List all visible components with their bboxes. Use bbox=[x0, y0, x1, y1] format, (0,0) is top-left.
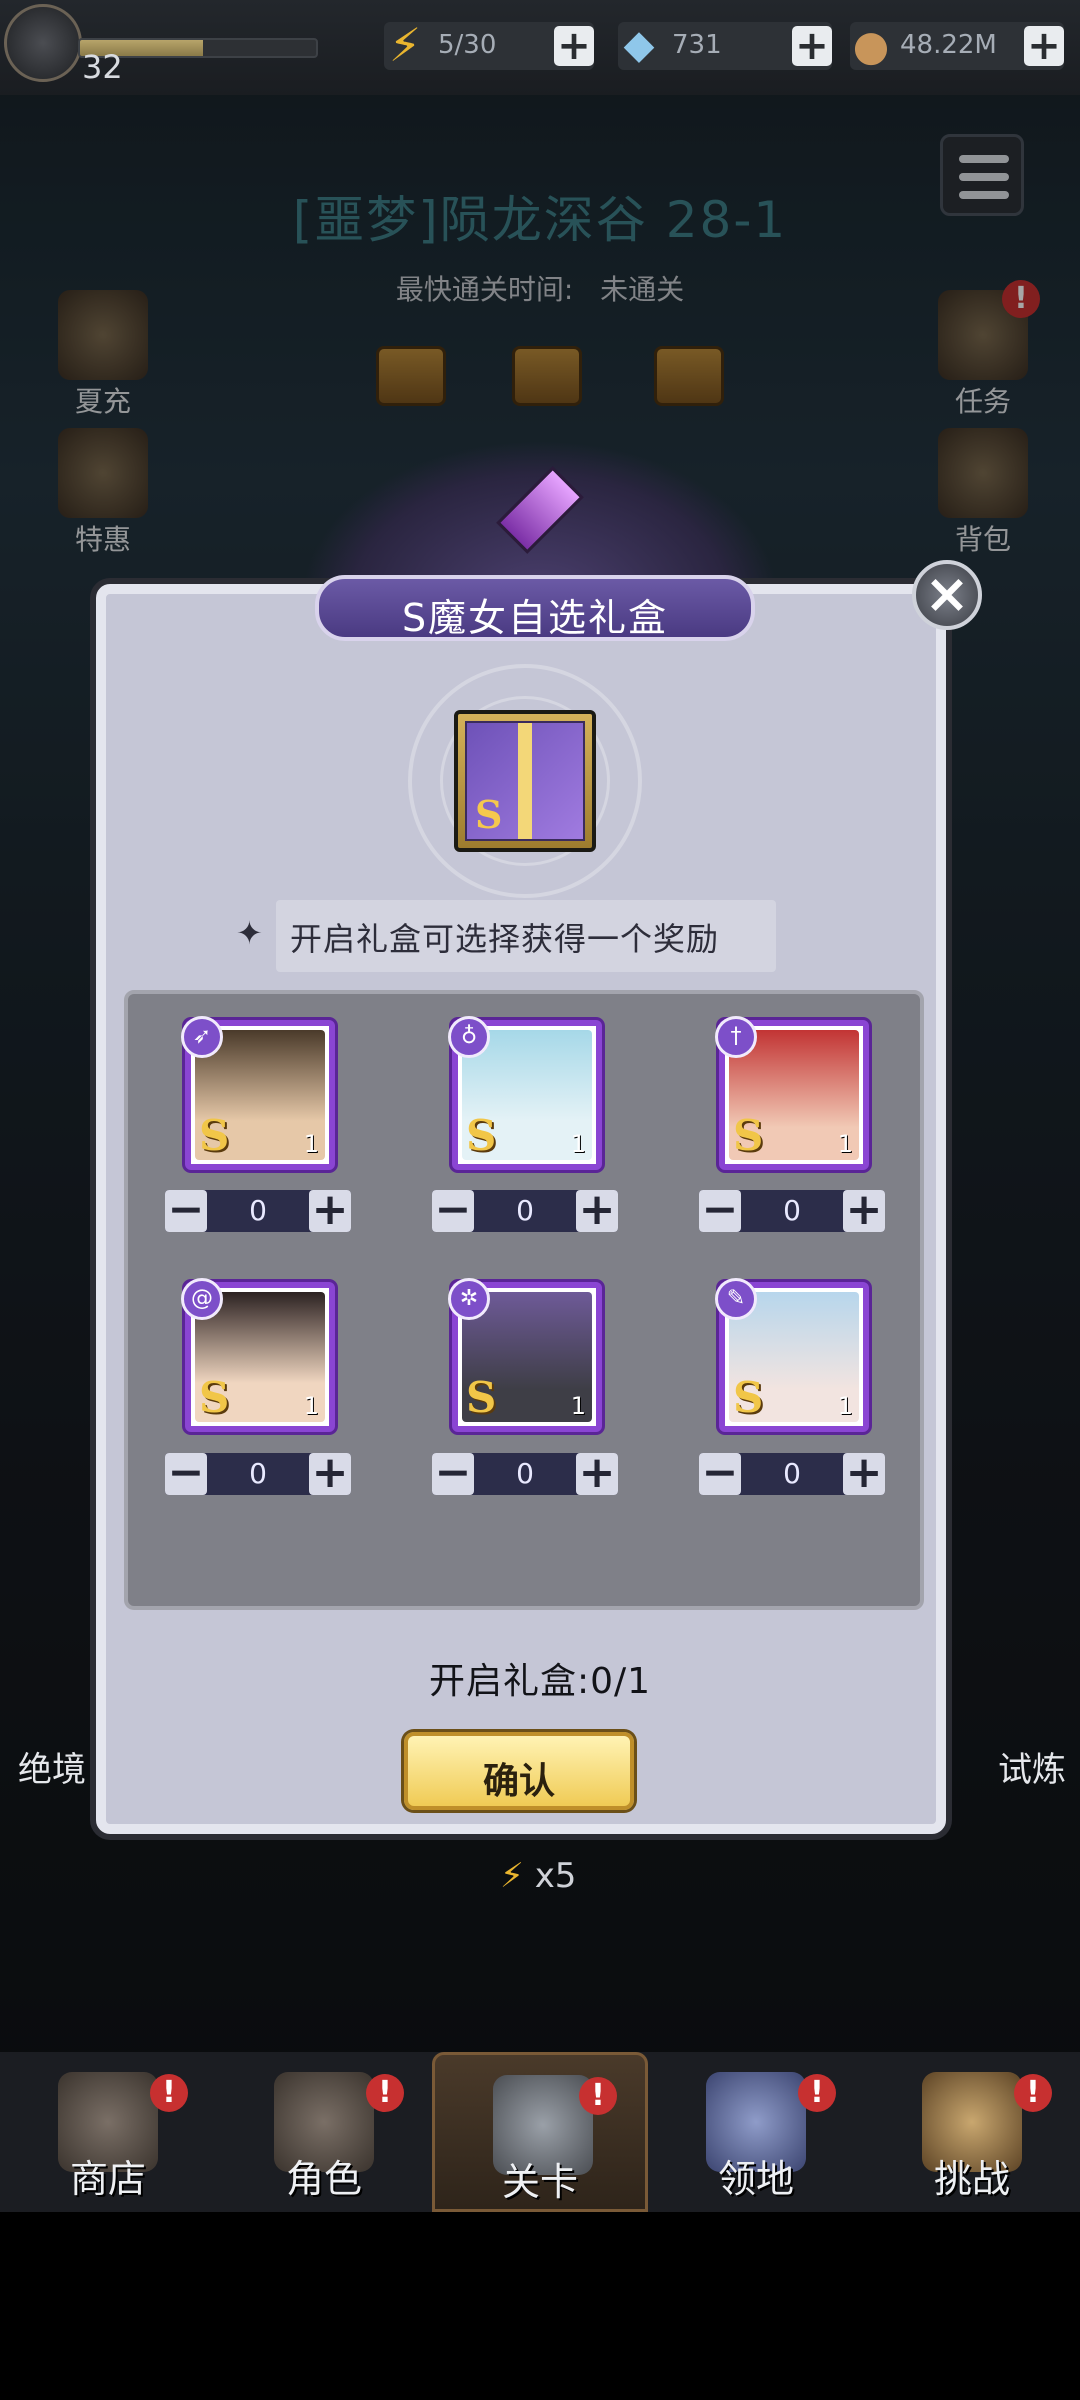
staff-icon: ♁ bbox=[448, 1016, 490, 1058]
side-label-trial[interactable]: 试炼 bbox=[998, 1742, 1066, 1791]
increase-button[interactable]: + bbox=[843, 1188, 885, 1232]
quantity-value: 0 bbox=[516, 1194, 534, 1227]
alert-badge: ! bbox=[579, 2077, 617, 2115]
decrease-button[interactable]: − bbox=[699, 1188, 741, 1232]
lightning-icon: ⚡ bbox=[388, 18, 422, 72]
coin-icon: ● bbox=[852, 20, 890, 70]
quantity-value: 0 bbox=[516, 1457, 534, 1490]
gear-icon: ✲ bbox=[448, 1278, 490, 1320]
energy-resource: ⚡ 5/30 + bbox=[384, 18, 594, 72]
gem-resource: ◆ 731 + bbox=[618, 22, 832, 70]
quantity-stepper-4: − 0 + bbox=[165, 1451, 351, 1495]
hero-count: 1 bbox=[303, 1130, 319, 1158]
increase-button[interactable]: + bbox=[576, 1451, 618, 1495]
confirm-button[interactable]: 确认 bbox=[404, 1732, 634, 1810]
quantity-stepper-2: − 0 + bbox=[432, 1188, 618, 1232]
decrease-button[interactable]: − bbox=[165, 1188, 207, 1232]
increase-button[interactable]: + bbox=[309, 1188, 351, 1232]
nav-label: 角色 bbox=[285, 2157, 362, 2201]
hero-choice-3[interactable]: † S 1 bbox=[715, 1016, 869, 1170]
hero-grade: S bbox=[733, 1111, 764, 1160]
quantity-value: 0 bbox=[249, 1194, 267, 1227]
gold-value: 48.22M bbox=[900, 30, 997, 60]
add-energy-button[interactable]: + bbox=[554, 26, 594, 66]
quantity-stepper-6: − 0 + bbox=[699, 1451, 885, 1495]
nav-label: 商店 bbox=[69, 2157, 146, 2201]
swirl-icon: @ bbox=[181, 1278, 223, 1320]
quantity-value: 0 bbox=[249, 1457, 267, 1490]
energy-value: 5/30 bbox=[438, 30, 497, 60]
diamond-icon: ◆ bbox=[623, 22, 655, 68]
hero-choice-2[interactable]: ♁ S 1 bbox=[448, 1016, 602, 1170]
hero-count: 1 bbox=[303, 1392, 319, 1420]
side-label-extreme[interactable]: 绝境 bbox=[18, 1742, 86, 1791]
hero-grade: S bbox=[733, 1373, 764, 1422]
game-screen: 32 ⚡ 5/30 + ◆ 731 + ● 48.22M + [噩梦]陨龙深谷 … bbox=[0, 0, 1080, 2400]
lightning-icon: ⚡ bbox=[500, 1856, 524, 1896]
hero-grade: S bbox=[466, 1111, 497, 1160]
nav-label: 挑战 bbox=[933, 2157, 1010, 2201]
alert-badge: ! bbox=[1014, 2074, 1052, 2112]
nav-territory[interactable]: ! 领地 bbox=[648, 2052, 864, 2212]
nav-challenge[interactable]: ! 挑战 bbox=[864, 2052, 1080, 2212]
increase-button[interactable]: + bbox=[843, 1451, 885, 1495]
hero-count: 1 bbox=[837, 1130, 853, 1158]
hero-choice-4[interactable]: @ S 1 bbox=[181, 1278, 335, 1432]
quantity-stepper-1: − 0 + bbox=[165, 1188, 351, 1232]
opened-count: 开启礼盒:0/1 bbox=[428, 1661, 652, 1702]
player-avatar[interactable] bbox=[4, 4, 82, 82]
nav-label: 关卡 bbox=[501, 2160, 578, 2204]
horn-icon: ✎ bbox=[715, 1278, 757, 1320]
add-gem-button[interactable]: + bbox=[792, 26, 832, 66]
decrease-button[interactable]: − bbox=[432, 1451, 474, 1495]
player-level: 32 bbox=[82, 48, 123, 86]
hero-choice-5[interactable]: ✲ S 1 bbox=[448, 1278, 602, 1432]
gem-value: 731 bbox=[672, 30, 722, 60]
hero-count: 1 bbox=[837, 1392, 853, 1420]
bottom-nav: ! 商店 ! 角色 ! 关卡 ! 领地 ! 挑战 bbox=[0, 2052, 1080, 2212]
quantity-stepper-3: − 0 + bbox=[699, 1188, 885, 1232]
hero-grade: S bbox=[466, 1373, 497, 1422]
hero-grade: S bbox=[199, 1373, 230, 1422]
hero-choice-1[interactable]: ➶ S 1 bbox=[181, 1016, 335, 1170]
gift-box-icon: S bbox=[454, 710, 596, 852]
decrease-button[interactable]: − bbox=[432, 1188, 474, 1232]
energy-cost-value: x5 bbox=[534, 1856, 577, 1896]
confirm-label: 确认 bbox=[482, 1761, 555, 1802]
alert-badge: ! bbox=[366, 2074, 404, 2112]
quantity-stepper-5: − 0 + bbox=[432, 1451, 618, 1495]
increase-button[interactable]: + bbox=[576, 1188, 618, 1232]
alert-badge: ! bbox=[798, 2074, 836, 2112]
sparkle-icon: ✦ bbox=[236, 914, 263, 952]
gun-icon: ➶ bbox=[181, 1016, 223, 1058]
decrease-button[interactable]: − bbox=[165, 1451, 207, 1495]
increase-button[interactable]: + bbox=[309, 1451, 351, 1495]
alert-badge: ! bbox=[150, 2074, 188, 2112]
energy-cost: ⚡ x5 bbox=[500, 1856, 576, 1896]
nav-label: 领地 bbox=[717, 2157, 794, 2201]
resource-bar: 32 ⚡ 5/30 + ◆ 731 + ● 48.22M + bbox=[0, 0, 1080, 95]
dialog-title-plate: S魔女自选礼盒 bbox=[315, 575, 755, 641]
dialog-title: S魔女自选礼盒 bbox=[401, 596, 669, 640]
hero-count: 1 bbox=[570, 1392, 586, 1420]
quantity-value: 0 bbox=[783, 1194, 801, 1227]
hero-grade: S bbox=[199, 1111, 230, 1160]
nav-stage[interactable]: ! 关卡 bbox=[432, 2052, 648, 2212]
system-bar-area bbox=[0, 2212, 1080, 2400]
hero-choice-6[interactable]: ✎ S 1 bbox=[715, 1278, 869, 1432]
close-button[interactable]: × bbox=[912, 560, 982, 630]
gift-grade: S bbox=[475, 792, 503, 837]
nav-character[interactable]: ! 角色 bbox=[216, 2052, 432, 2212]
nav-shop[interactable]: ! 商店 bbox=[0, 2052, 216, 2212]
crystal-icon bbox=[496, 466, 584, 554]
quantity-value: 0 bbox=[783, 1457, 801, 1490]
decrease-button[interactable]: − bbox=[699, 1451, 741, 1495]
dialog-description: 开启礼盒可选择获得一个奖励 bbox=[290, 920, 720, 958]
sword-icon: † bbox=[715, 1016, 757, 1058]
gold-resource: ● 48.22M + bbox=[850, 21, 1064, 70]
add-gold-button[interactable]: + bbox=[1024, 26, 1064, 66]
hero-count: 1 bbox=[570, 1130, 586, 1158]
